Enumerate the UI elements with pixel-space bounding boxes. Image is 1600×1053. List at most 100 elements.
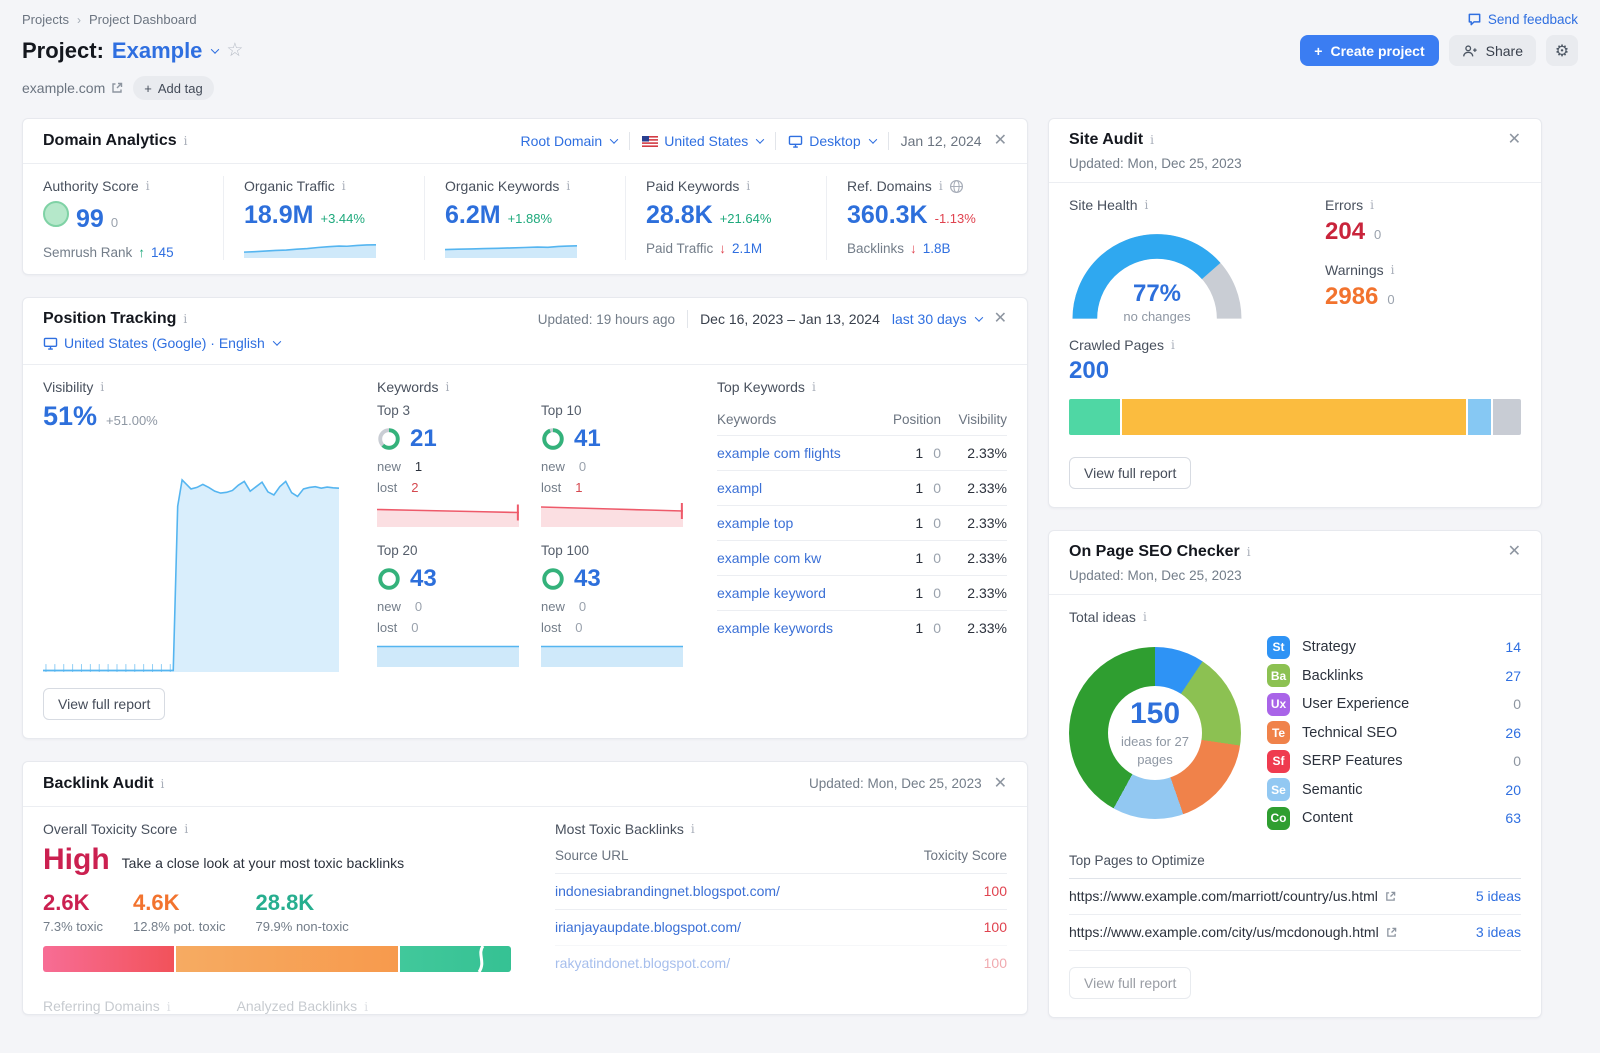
info-icon[interactable]: i bbox=[1144, 198, 1148, 212]
project-meta-row: example.com + Add tag bbox=[22, 76, 1578, 100]
page-url-link[interactable]: https://www.example.com/city/us/mcdonoug… bbox=[1069, 924, 1397, 940]
share-button[interactable]: Share bbox=[1449, 35, 1536, 66]
keyword-link[interactable]: exampl bbox=[717, 480, 877, 496]
divider bbox=[629, 132, 630, 150]
info-icon[interactable]: i bbox=[691, 822, 695, 836]
top10-count[interactable]: 41 bbox=[574, 425, 601, 453]
info-icon[interactable]: i bbox=[342, 179, 346, 193]
backlink-url-link[interactable]: indonesiabrandingnet.blogspot.com/ bbox=[555, 883, 917, 899]
keyword-link[interactable]: example top bbox=[717, 515, 877, 531]
errors-value[interactable]: 204 bbox=[1325, 218, 1365, 246]
gear-icon: ⚙ bbox=[1555, 41, 1569, 60]
device-filter-dropdown[interactable]: Desktop bbox=[788, 133, 875, 149]
organic-traffic-value[interactable]: 18.9M bbox=[244, 201, 313, 230]
backlink-audit-updated: Updated: Mon, Dec 25, 2023 bbox=[809, 776, 982, 791]
info-icon[interactable]: i bbox=[445, 380, 449, 394]
arrow-down-icon: ↓ bbox=[719, 241, 726, 256]
paid-traffic-value[interactable]: 2.1M bbox=[732, 241, 762, 256]
close-icon[interactable]: ✕ bbox=[994, 311, 1007, 327]
info-icon[interactable]: i bbox=[1171, 338, 1175, 352]
close-icon[interactable]: ✕ bbox=[1508, 132, 1521, 148]
legend-item-strategy[interactable]: St Strategy 14 bbox=[1267, 633, 1521, 662]
view-full-report-button[interactable]: View full report bbox=[1069, 967, 1191, 999]
top-pages-label: Top Pages to Optimize bbox=[1069, 853, 1521, 879]
desktop-icon bbox=[788, 135, 803, 148]
ref-domains-value[interactable]: 360.3K bbox=[847, 201, 928, 230]
keyword-link[interactable]: example keywords bbox=[717, 620, 877, 636]
info-icon[interactable]: i bbox=[146, 179, 150, 193]
serp-features-badge-icon: Sf bbox=[1267, 750, 1290, 773]
project-selector[interactable]: Example bbox=[112, 38, 219, 64]
favorite-star-icon[interactable]: ☆ bbox=[226, 39, 243, 62]
info-icon[interactable]: i bbox=[566, 179, 570, 193]
organic-keywords-value[interactable]: 6.2M bbox=[445, 201, 501, 230]
globe-icon[interactable] bbox=[949, 179, 964, 194]
send-feedback-link[interactable]: Send feedback bbox=[1467, 12, 1578, 27]
breadcrumb-projects[interactable]: Projects bbox=[22, 12, 69, 27]
info-icon[interactable]: i bbox=[1150, 133, 1154, 147]
backlink-url-link[interactable]: irianjayaupdate.blogspot.com/ bbox=[555, 919, 917, 935]
top100-count[interactable]: 43 bbox=[574, 565, 601, 593]
keyword-link[interactable]: example keyword bbox=[717, 585, 877, 601]
add-tag-label: Add tag bbox=[158, 81, 203, 96]
site-audit-title: Site Audit bbox=[1069, 131, 1143, 149]
keyword-link[interactable]: example com flights bbox=[717, 445, 877, 461]
legend-item-technical-seo[interactable]: Te Technical SEO 26 bbox=[1267, 719, 1521, 748]
ideas-count-link[interactable]: 3 ideas bbox=[1476, 924, 1521, 940]
legend-item-content[interactable]: Co Content 63 bbox=[1267, 804, 1521, 833]
close-icon[interactable]: ✕ bbox=[1508, 544, 1521, 560]
ref-domains-delta: -1.13% bbox=[935, 211, 976, 226]
organic-traffic-sparkline bbox=[244, 237, 376, 258]
close-icon[interactable]: ✕ bbox=[994, 776, 1007, 792]
keyword-link[interactable]: example com kw bbox=[717, 550, 877, 566]
info-icon[interactable]: i bbox=[100, 380, 104, 394]
page-url-link[interactable]: https://www.example.com/marriott/country… bbox=[1069, 888, 1396, 904]
date-filter[interactable]: Jan 12, 2024 bbox=[901, 133, 982, 149]
close-icon[interactable]: ✕ bbox=[994, 133, 1007, 149]
authority-score-delta: 0 bbox=[111, 215, 118, 230]
top-keywords-block: Top Keywordsi Keywords Position Visibili… bbox=[717, 379, 1007, 672]
settings-gear-button[interactable]: ⚙ bbox=[1546, 35, 1578, 66]
ref-domains-block: Ref. Domainsi 360.3K -1.13% Backlinks ↓ … bbox=[826, 176, 1027, 260]
info-icon[interactable]: i bbox=[183, 312, 187, 326]
legend-item-semantic[interactable]: Se Semantic 20 bbox=[1267, 776, 1521, 805]
legend-item-user-experience[interactable]: Ux User Experience 0 bbox=[1267, 690, 1521, 719]
project-domain-link[interactable]: example.com bbox=[22, 80, 123, 96]
info-icon[interactable]: i bbox=[161, 777, 165, 791]
semrush-rank-value[interactable]: 145 bbox=[151, 245, 174, 260]
chevron-down-icon bbox=[974, 313, 982, 321]
warnings-value[interactable]: 2986 bbox=[1325, 283, 1378, 311]
legend-item-backlinks[interactable]: Ba Backlinks 27 bbox=[1267, 662, 1521, 691]
info-icon[interactable]: i bbox=[1391, 263, 1395, 277]
chevron-down-icon bbox=[273, 337, 281, 345]
backlinks-value[interactable]: 1.8B bbox=[923, 241, 951, 256]
view-full-report-button[interactable]: View full report bbox=[43, 688, 165, 720]
info-icon[interactable]: i bbox=[184, 134, 188, 148]
range-selector-dropdown[interactable]: last 30 days bbox=[892, 311, 982, 327]
top20-ring-icon bbox=[377, 567, 401, 591]
scope-filter-dropdown[interactable]: Root Domain bbox=[521, 133, 618, 149]
info-icon[interactable]: i bbox=[1143, 610, 1147, 624]
country-filter-dropdown[interactable]: United States bbox=[642, 133, 763, 149]
paid-keywords-value[interactable]: 28.8K bbox=[646, 201, 713, 230]
site-health-value: 77% bbox=[1069, 280, 1245, 308]
info-icon[interactable]: i bbox=[1247, 545, 1251, 559]
info-icon[interactable]: i bbox=[939, 179, 943, 193]
ideas-count-link[interactable]: 5 ideas bbox=[1476, 888, 1521, 904]
top3-count[interactable]: 21 bbox=[410, 425, 437, 453]
view-full-report-button[interactable]: View full report bbox=[1069, 457, 1191, 489]
info-icon[interactable]: i bbox=[1370, 198, 1374, 212]
info-icon[interactable]: i bbox=[184, 822, 188, 836]
backlink-url-link[interactable]: rakyatindonet.blogspot.com/ bbox=[555, 955, 917, 971]
scale-break-icon bbox=[475, 946, 487, 972]
bar-segment bbox=[1493, 399, 1521, 435]
info-icon[interactable]: i bbox=[812, 380, 816, 394]
top20-count[interactable]: 43 bbox=[410, 565, 437, 593]
location-selector-dropdown[interactable]: United States (Google) · English bbox=[43, 335, 280, 351]
add-tag-button[interactable]: + Add tag bbox=[133, 76, 213, 100]
info-icon[interactable]: i bbox=[746, 179, 750, 193]
create-project-button[interactable]: + Create project bbox=[1300, 35, 1438, 66]
legend-item-serp-features[interactable]: Sf SERP Features 0 bbox=[1267, 747, 1521, 776]
breadcrumb-project-dashboard[interactable]: Project Dashboard bbox=[89, 12, 197, 27]
errors-delta: 0 bbox=[1374, 227, 1381, 242]
